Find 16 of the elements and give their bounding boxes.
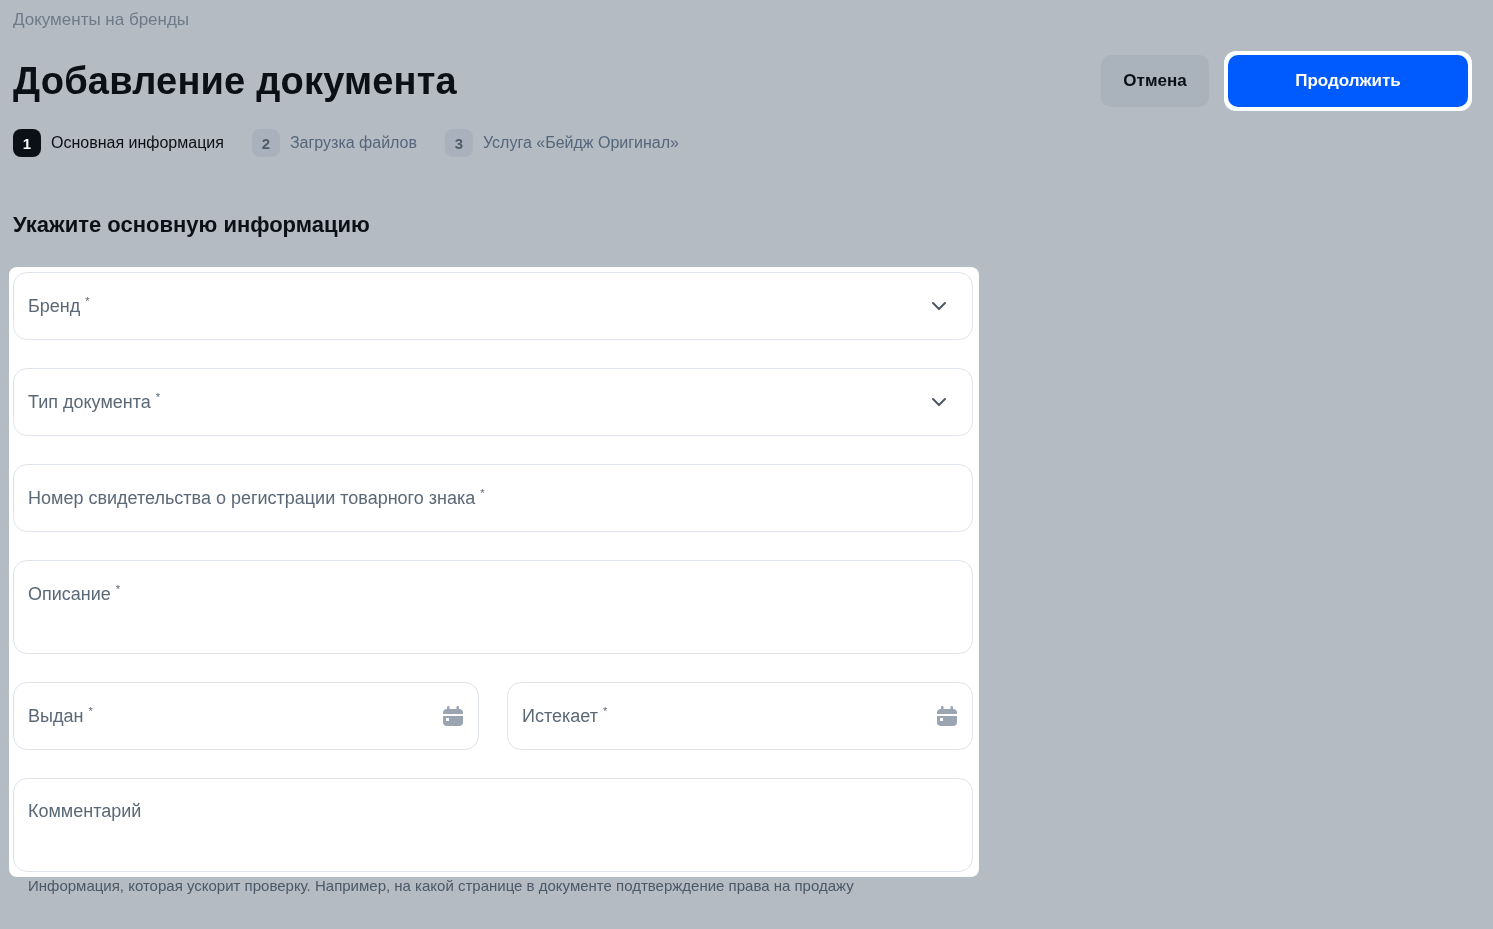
step-label[interactable]: Основная информация [51,134,224,152]
cancel-button[interactable]: Отмена [1101,55,1209,107]
section-title: Укажите основную информацию [13,212,371,238]
hint-text: Информация, которая ускорит проверку. Например, на какой странице в документе подтверждение права на продажу [28,877,854,894]
select-field[interactable]: Бренд $^{*}$ [13,272,973,340]
continue-button[interactable]: Продолжить [1228,55,1468,107]
date-field[interactable]: Выдан $^{*}$ [13,682,479,750]
page-title: Добавление документа [13,59,457,103]
text-area[interactable]: Описание $^{*}$ [13,560,973,654]
input-field[interactable]: Номер свидетельства о регистрации товарного знака $^{*}$ [13,464,973,532]
text-area[interactable]: Комментарий [13,778,973,872]
step-number: 3 [445,129,473,157]
step-number: 1 [13,129,41,157]
select-field[interactable]: Тип документа $^{*}$ [13,368,973,436]
step-number: 2 [251,129,280,157]
date-field[interactable]: Истекает $^{*}$ [507,682,973,750]
